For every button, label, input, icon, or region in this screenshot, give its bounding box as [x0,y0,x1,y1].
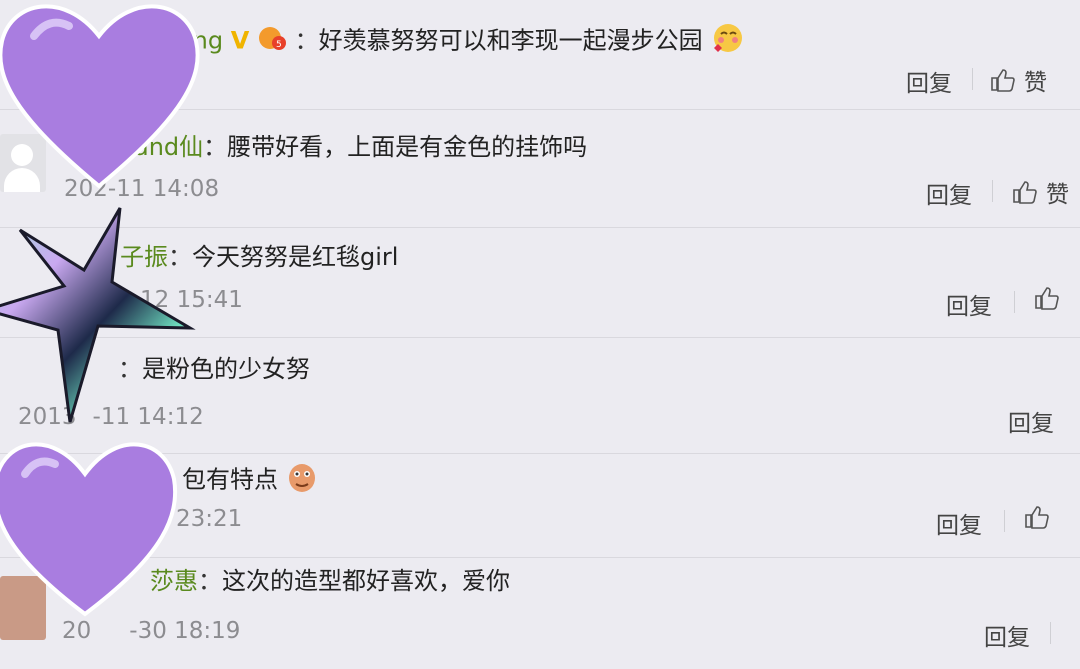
reply-button[interactable]: 回复 [984,618,1030,652]
comment-text: 这次的造型都好喜欢，爱你 [222,567,510,595]
comment-row: 子振：今天努努是红毯girl 12 15:41 回复 [0,228,1080,338]
thumbs-up-icon [1013,181,1037,204]
comment-text: 包有特点 [182,465,278,494]
avatar[interactable] [0,576,46,640]
comment-time: 202-11 14:08 [64,176,220,202]
comment-username[interactable]: 子振 [120,243,168,271]
row-separator [0,109,1080,110]
cat-paw-emoji-icon [286,460,318,501]
reply-button[interactable]: 回复 [926,176,972,210]
reply-button[interactable]: 回复 [1008,404,1054,438]
comment-username[interactable]: ing [186,27,223,55]
blush-kiss-emoji-icon [710,22,746,61]
comment-content: ：是粉色的少女努 [118,355,310,383]
thumbs-up-icon [991,69,1015,92]
divider [1004,510,1005,532]
comment-row: and仙：腰带好看，上面是有金色的挂饰吗 202-11 14:08 回复 赞 [0,118,1080,228]
thumbs-up-icon [1025,506,1049,529]
comment-text: 腰带好看，上面是有金色的挂饰吗 [227,133,588,161]
like-button[interactable] [1034,286,1060,310]
default-avatar-icon[interactable] [0,134,46,192]
comment-row: ing V 5 ：好羡慕努努可以和李现一起漫步公园 回复 赞 [0,0,1080,110]
comment-content: 子振：今天努努是红毯girl [120,243,399,271]
comment-username[interactable]: 莎惠 [150,567,198,595]
comment-text: 今天努努是红毯girl [192,243,399,271]
reply-button[interactable]: 回复 [946,287,992,321]
comment-time: 2013 -11 14:12 [18,404,204,430]
reply-button[interactable]: 回复 [936,506,982,540]
comment-content: and仙：腰带好看，上面是有金色的挂饰吗 [134,133,588,161]
like-button[interactable] [1024,505,1050,529]
comment-time: 23:21 [176,506,243,532]
comment-content: 包有特点 [182,460,318,501]
thumbs-up-icon [1035,287,1059,310]
divider [972,68,973,90]
like-button[interactable]: 赞 [1012,175,1069,209]
verified-badge-icon: V [230,26,250,55]
like-label: 赞 [1046,182,1069,208]
level-badge-icon: 5 [257,24,287,59]
svg-text:5: 5 [276,40,282,50]
comment-row: 莎惠：这次的造型都好喜欢，爱你 20 -30 18:19 回复 [0,556,1080,666]
comment-username[interactable]: and仙 [134,133,203,161]
like-button[interactable]: 赞 [990,63,1047,97]
comment-time: 20 -30 18:19 [62,618,241,644]
divider [1050,622,1051,644]
comment-time: 12 15:41 [140,287,243,313]
comment-row: 包有特点 23:21 回复 [0,452,1080,562]
comment-row: ：是粉色的少女努 2013 -11 14:12 回复 [0,338,1080,454]
comment-text: 是粉色的少女努 [142,355,310,383]
comment-text: 好羡慕努努可以和李现一起漫步公园 [318,26,703,55]
comment-content: ing V 5 ：好羡慕努努可以和李现一起漫步公园 [186,22,746,61]
like-label: 赞 [1024,70,1047,96]
divider [1014,291,1015,313]
reply-button[interactable]: 回复 [906,64,952,98]
divider [992,180,993,202]
comment-content: 莎惠：这次的造型都好喜欢，爱你 [150,567,510,595]
